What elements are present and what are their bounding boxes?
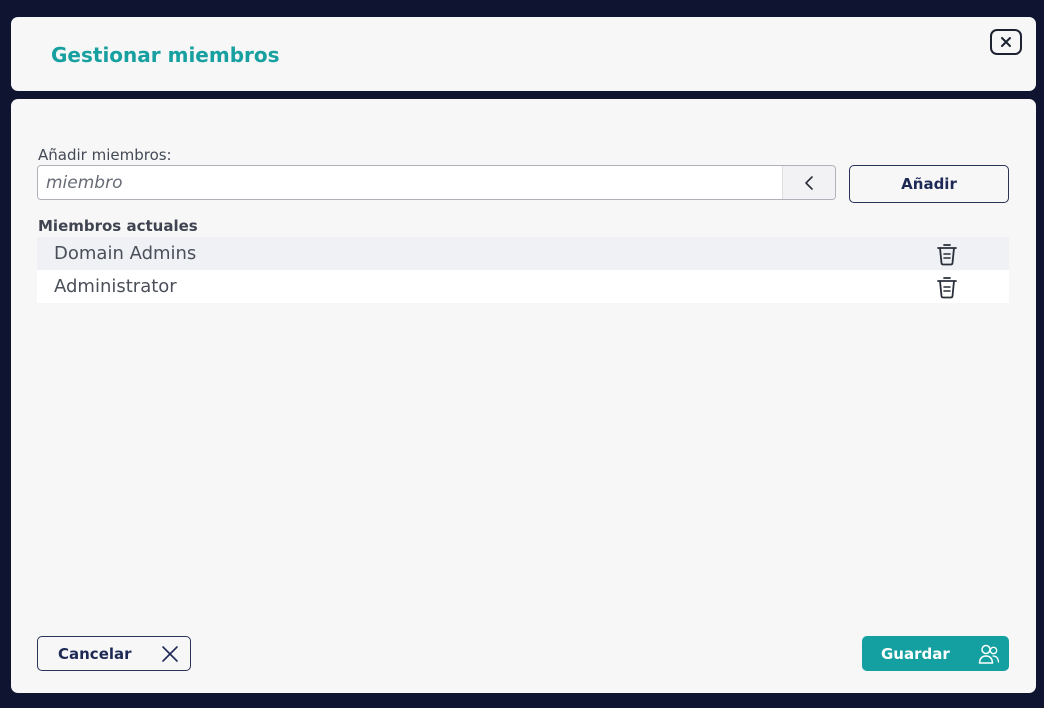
trash-icon bbox=[937, 277, 957, 299]
member-dropdown-button[interactable] bbox=[782, 166, 835, 199]
save-button[interactable]: Guardar bbox=[862, 636, 1009, 671]
dialog-body: Añadir miembros: Añadir Miembros actuale… bbox=[11, 99, 1036, 693]
delete-member-button[interactable] bbox=[933, 240, 961, 268]
member-search-input[interactable] bbox=[38, 166, 783, 199]
trash-icon bbox=[937, 244, 957, 266]
cancel-button-label: Cancelar bbox=[58, 644, 132, 663]
current-members-list: Domain Admins Administrator bbox=[37, 237, 1009, 303]
member-row: Administrator bbox=[37, 270, 1009, 303]
member-name: Domain Admins bbox=[54, 242, 197, 264]
member-row: Domain Admins bbox=[37, 237, 1009, 270]
member-name: Administrator bbox=[54, 275, 177, 297]
add-member-button[interactable]: Añadir bbox=[849, 165, 1009, 203]
close-button[interactable] bbox=[990, 29, 1022, 55]
add-members-label: Añadir miembros: bbox=[38, 146, 172, 164]
delete-member-button[interactable] bbox=[933, 273, 961, 301]
users-icon bbox=[978, 644, 1000, 664]
member-input-container bbox=[37, 165, 836, 200]
close-icon bbox=[1001, 37, 1011, 47]
chevron-left-icon bbox=[805, 175, 813, 190]
dialog-header: Gestionar miembros bbox=[11, 17, 1036, 91]
save-button-label: Guardar bbox=[881, 644, 950, 663]
dialog-title: Gestionar miembros bbox=[51, 43, 280, 67]
x-icon bbox=[162, 646, 178, 662]
cancel-button[interactable]: Cancelar bbox=[37, 636, 191, 671]
current-members-label: Miembros actuales bbox=[38, 217, 198, 235]
